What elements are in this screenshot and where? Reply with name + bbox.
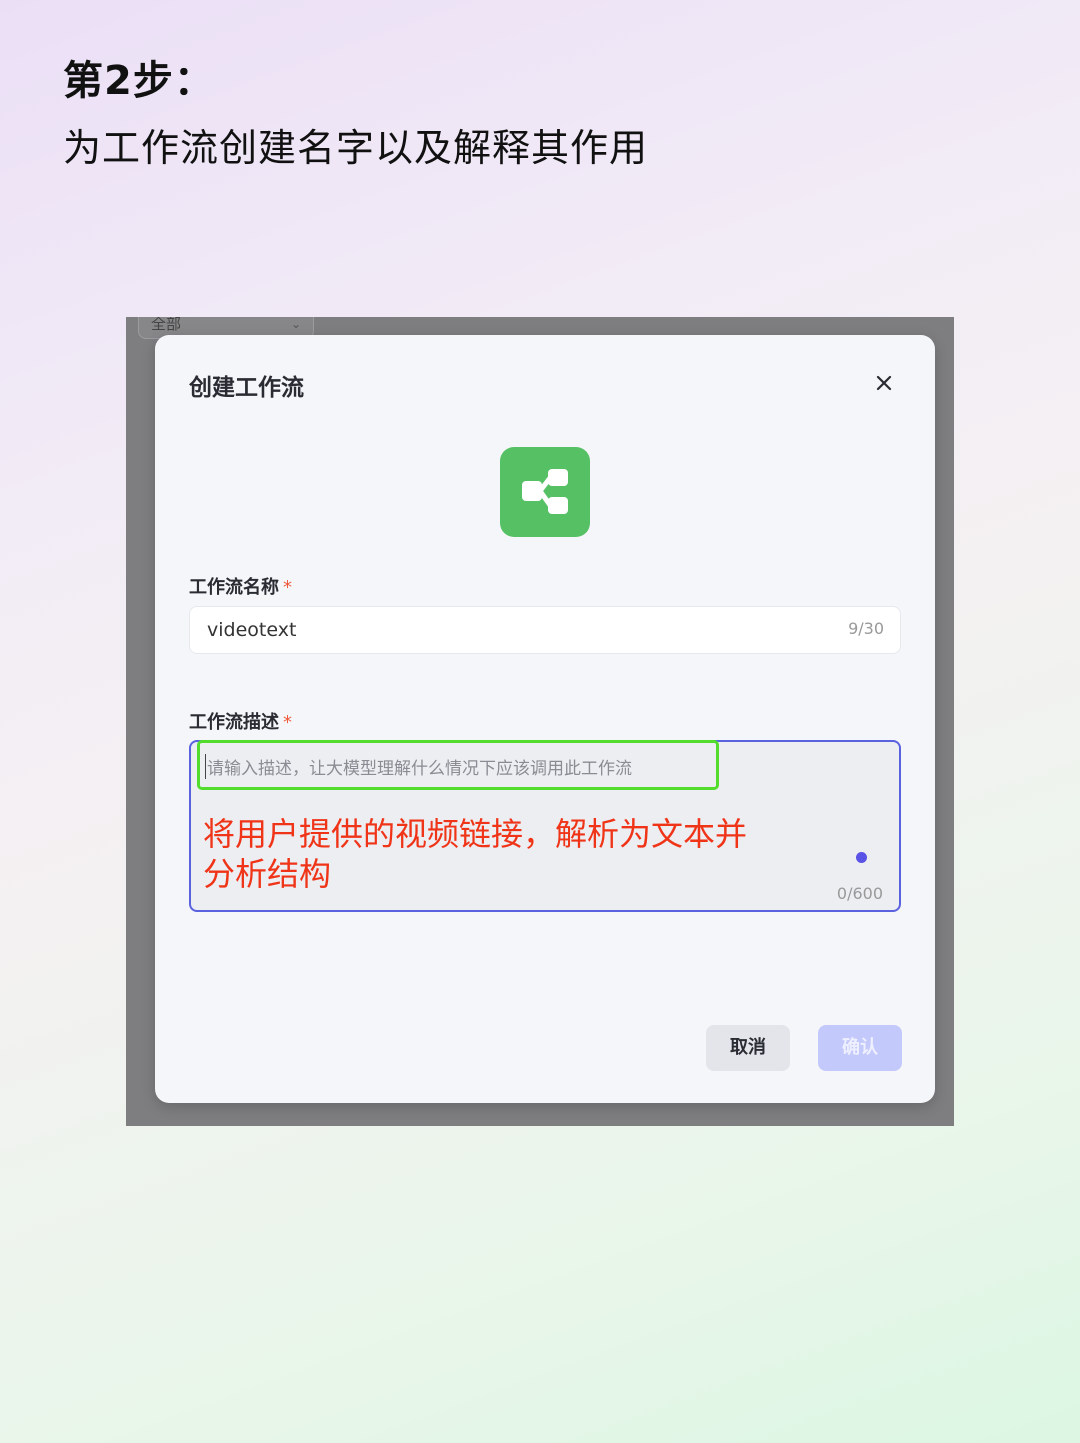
workflow-name-label-text: 工作流名称 [189, 577, 279, 598]
cursor-dot [856, 852, 867, 863]
annotation-text: 将用户提供的视频链接，解析为文本并分析结构 [203, 815, 748, 893]
workflow-name-counter: 9/30 [848, 619, 884, 638]
workflow-description-textarea[interactable]: 请输入描述，让大模型理解什么情况下应该调用此工作流 将用户提供的视频链接，解析为… [189, 740, 901, 912]
required-mark: * [283, 577, 292, 598]
workflow-description-label-text: 工作流描述 [189, 712, 279, 733]
step-subtitle: 为工作流创建名字以及解释其作用 [63, 126, 649, 170]
workflow-icon[interactable] [500, 447, 590, 537]
workflow-description-label: 工作流描述 * [189, 708, 292, 734]
cancel-button[interactable]: 取消 [706, 1025, 790, 1071]
workflow-name-value: videotext [207, 619, 297, 641]
workflow-name-input[interactable]: videotext 9/30 [189, 606, 901, 654]
description-placeholder: 请输入描述，让大模型理解什么情况下应该调用此工作流 [205, 754, 632, 779]
dialog-title: 创建工作流 [189, 375, 304, 401]
confirm-button[interactable]: 确认 [818, 1025, 902, 1071]
step-title: 第2步： [63, 58, 215, 104]
screenshot-frame: 全部 ⌄ 创建工作流 工作流名称 * videotext 9/30 工作流描述 * [126, 317, 954, 1126]
workflow-name-label: 工作流名称 * [189, 573, 292, 599]
background-filter-value: 全部 [151, 317, 182, 333]
create-workflow-dialog: 创建工作流 工作流名称 * videotext 9/30 工作流描述 * 请输入… [155, 335, 935, 1103]
required-mark: * [283, 712, 292, 733]
workflow-description-counter: 0/600 [836, 884, 883, 903]
close-icon[interactable] [870, 369, 898, 397]
